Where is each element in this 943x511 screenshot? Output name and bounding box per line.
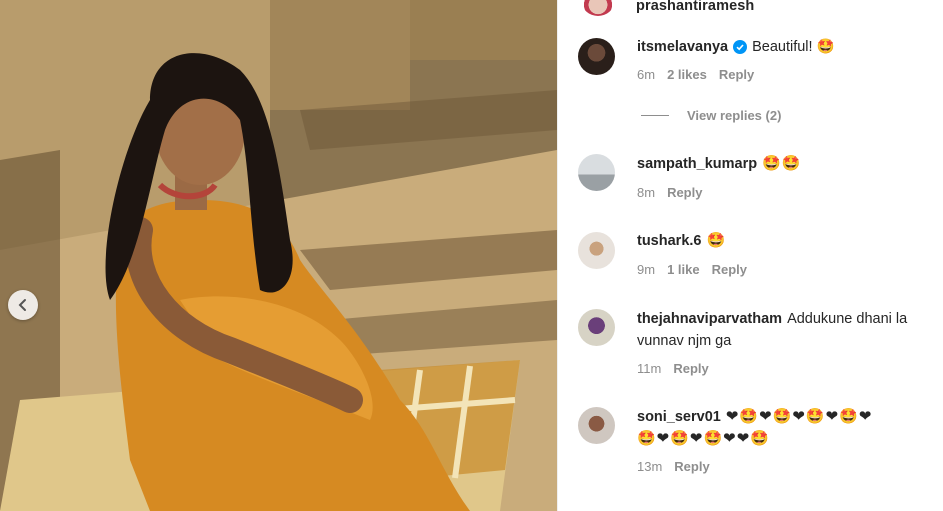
comment-meta: 6m 2 likes Reply (637, 67, 754, 82)
comment-meta: 8m Reply (637, 185, 702, 200)
comment-body: tushark.6 🤩 (637, 230, 927, 252)
comment-meta: 13m Reply (637, 459, 710, 474)
comment-likes[interactable]: 1 like (667, 262, 700, 277)
avatar[interactable] (578, 407, 615, 444)
comment-body: thejahnaviparvatham Addukune dhani la vun… (637, 308, 927, 352)
comment-time: 9m (637, 262, 656, 277)
comment-body: sampath_kumarp 🤩🤩 (637, 153, 927, 175)
comment-body: itsmelavanya Beautiful! 🤩 (637, 36, 927, 58)
comment-username[interactable]: tushark.6 (637, 233, 701, 249)
avatar[interactable] (578, 38, 615, 75)
comment-time: 13m (637, 459, 663, 474)
avatar[interactable] (578, 309, 615, 346)
comment-username[interactable]: thejahnaviparvatham (637, 311, 782, 327)
comment-text-line2: 🤩❤🤩❤🤩❤❤🤩 (637, 430, 770, 447)
reply-button[interactable]: Reply (719, 67, 754, 82)
comment-text: 🤩🤩 (762, 155, 802, 172)
avatar[interactable] (578, 154, 615, 191)
photo-illustration (0, 0, 557, 511)
comment-username[interactable]: soni_serv01 (637, 409, 721, 425)
comment-username[interactable]: sampath_kumarp (637, 156, 757, 172)
comment-text: Beautiful! 🤩 (752, 39, 835, 55)
reply-button[interactable]: Reply (674, 459, 709, 474)
reply-button[interactable]: Reply (667, 185, 702, 200)
comment-time: 11m (637, 361, 662, 376)
comment-text: 🤩 (706, 232, 727, 249)
post-author-avatar[interactable] (582, 0, 614, 16)
comment-username[interactable]: itsmelavanya (637, 39, 728, 55)
post-header: prashantiramesh (558, 0, 943, 22)
comment-meta: 9m 1 like Reply (637, 262, 747, 277)
view-replies-button[interactable]: View replies (2) (641, 108, 781, 123)
chevron-left-icon (18, 299, 26, 311)
comment-text: ❤🤩❤🤩❤🤩❤🤩❤ (725, 408, 873, 425)
comment-time: 6m (637, 67, 656, 82)
reply-button[interactable]: Reply (712, 262, 747, 277)
avatar[interactable] (578, 232, 615, 269)
view-replies-label: View replies (2) (687, 108, 782, 123)
comment-body: soni_serv01 ❤🤩❤🤩❤🤩❤🤩❤ 🤩❤🤩❤🤩❤❤🤩 (637, 406, 927, 450)
comment-likes[interactable]: 2 likes (667, 67, 707, 82)
verified-badge-icon (733, 40, 748, 54)
comments-panel: prashantiramesh itsmelavanya Beautiful! 🤩… (557, 0, 943, 511)
reply-button[interactable]: Reply (673, 361, 708, 376)
carousel-prev-button[interactable] (8, 290, 38, 320)
post-author-username[interactable]: prashantiramesh (636, 0, 754, 14)
post-photo (0, 0, 557, 511)
replies-divider (641, 115, 669, 116)
comment-time: 8m (637, 185, 656, 200)
comment-meta: 11m Reply (637, 361, 709, 376)
